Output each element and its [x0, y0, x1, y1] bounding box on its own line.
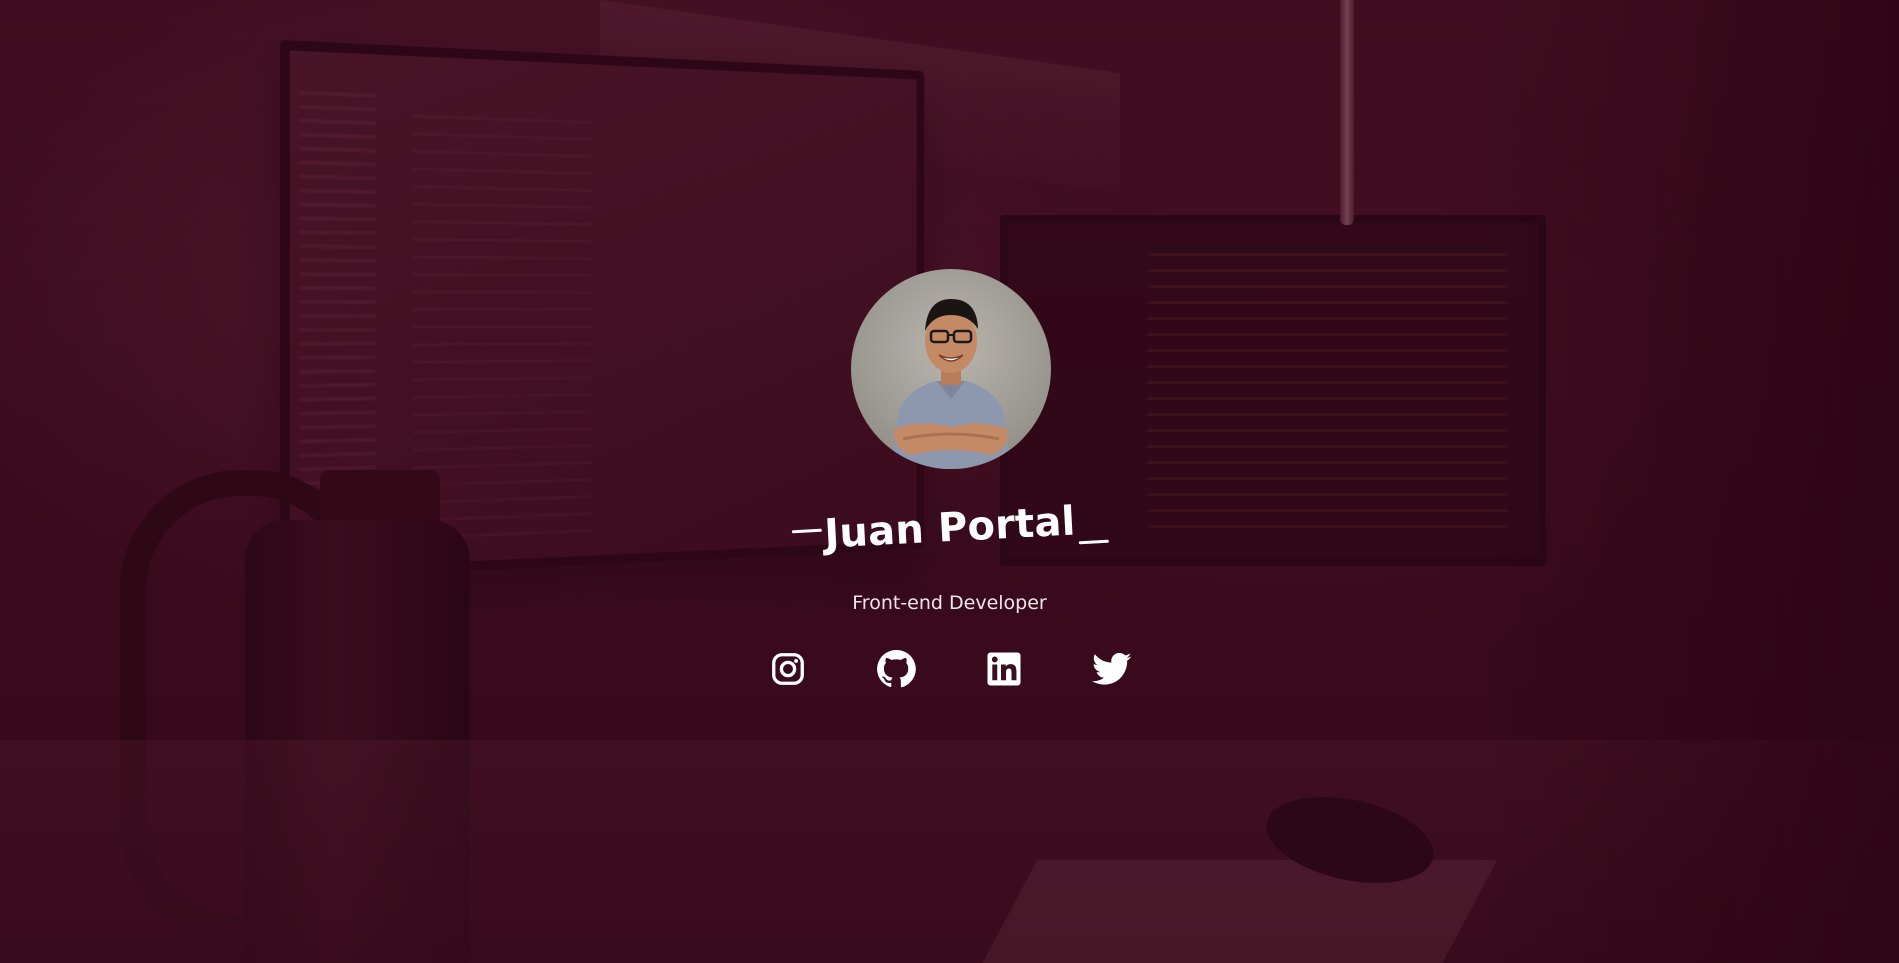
social-links: [0, 648, 1899, 690]
avatar: [851, 269, 1051, 469]
name-dash-right: [1078, 539, 1109, 545]
github-link[interactable]: [875, 648, 917, 690]
page: Juan Portal Front-end Developer: [0, 0, 1899, 963]
github-icon: [876, 649, 916, 688]
profile-name: Juan Portal: [823, 498, 1077, 558]
linkedin-icon: [987, 652, 1020, 686]
linkedin-link[interactable]: [983, 648, 1025, 690]
avatar-photo: [891, 299, 1011, 469]
twitter-link[interactable]: [1091, 648, 1133, 690]
twitter-icon: [1091, 652, 1131, 685]
profile-card: Juan Portal Front-end Developer: [0, 0, 1899, 963]
instagram-icon: [771, 653, 804, 685]
profile-role: Front-end Developer: [852, 592, 1047, 614]
instagram-link[interactable]: [767, 648, 809, 690]
name-heading-wrap: Juan Portal: [778, 486, 1121, 574]
